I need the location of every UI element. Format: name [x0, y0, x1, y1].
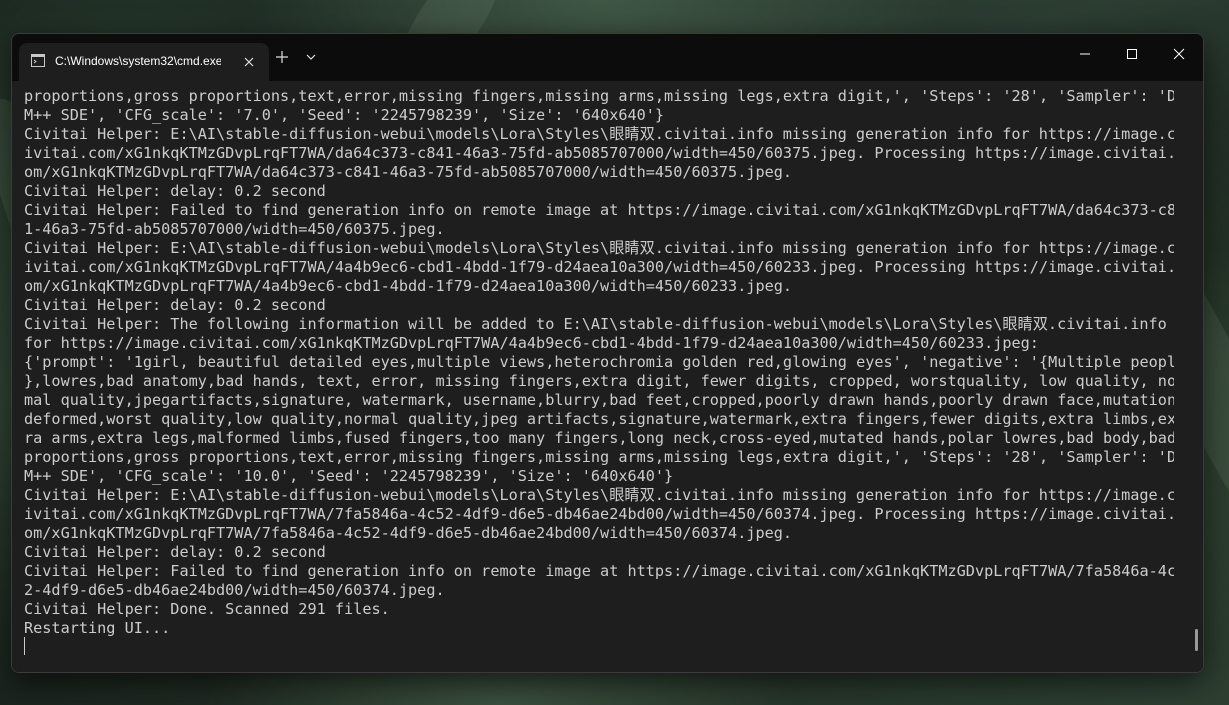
maximize-button[interactable] — [1109, 34, 1155, 74]
console-line: Civitai Helper: delay: 0.2 second — [24, 296, 326, 314]
terminal-icon — [31, 54, 45, 67]
console-line: Civitai Helper: The following informatio… — [24, 315, 1167, 333]
console-line: Civitai Helper: E:\AI\stable-diffusion-w… — [24, 125, 1174, 143]
terminal-window: C:\Windows\system32\cmd.exe proportions,… — [11, 33, 1204, 673]
chevron-down-icon[interactable] — [304, 50, 318, 64]
close-tab-icon[interactable] — [241, 54, 257, 70]
console-line: proportions,gross proportions,text,error… — [24, 87, 1174, 105]
console-line: M++ SDE', 'CFG_scale': '7.0', 'Seed': '2… — [24, 106, 665, 124]
console-line: ivitai.com/xG1nkqKTMzGDvpLrqFT7WA/4a4b9e… — [24, 258, 1174, 276]
console-output: proportions,gross proportions,text,error… — [24, 87, 1174, 638]
scrollbar-thumb[interactable] — [1195, 629, 1198, 651]
console-area[interactable]: proportions,gross proportions,text,error… — [12, 81, 1203, 672]
console-line: ivitai.com/xG1nkqKTMzGDvpLrqFT7WA/da64c3… — [24, 144, 1174, 162]
tab-title: C:\Windows\system32\cmd.exe — [55, 54, 221, 68]
console-line: Civitai Helper: delay: 0.2 second — [24, 543, 326, 561]
console-line: Civitai Helper: E:\AI\stable-diffusion-w… — [24, 239, 1174, 257]
console-line: 2-4df9-d6e5-db46ae24bd00/width=450/60374… — [24, 581, 445, 599]
console-line: M++ SDE', 'CFG_scale': '10.0', 'Seed': '… — [24, 467, 674, 485]
console-line: 1-46a3-75fd-ab5085707000/width=450/60375… — [24, 220, 445, 238]
console-line: proportions,gross proportions,text,error… — [24, 448, 1174, 466]
console-line: ra arms,extra legs,malformed limbs,fused… — [24, 429, 1174, 447]
text-cursor — [24, 637, 25, 655]
console-line: Civitai Helper: Failed to find generatio… — [24, 201, 1174, 219]
console-line: Civitai Helper: delay: 0.2 second — [24, 182, 326, 200]
minimize-button[interactable] — [1062, 34, 1108, 74]
console-line: deformed,worst quality,low quality,norma… — [24, 410, 1174, 428]
close-button[interactable] — [1156, 34, 1202, 74]
console-line: Civitai Helper: Failed to find generatio… — [24, 562, 1174, 580]
plus-icon[interactable] — [274, 49, 290, 65]
minimize-icon — [1080, 53, 1090, 55]
console-line: mal quality,jpegartifacts,signature, wat… — [24, 391, 1174, 409]
tab-cmd[interactable]: C:\Windows\system32\cmd.exe — [19, 43, 269, 81]
title-bar: C:\Windows\system32\cmd.exe — [12, 34, 1203, 81]
console-line: },lowres,bad anatomy,bad hands, text, er… — [24, 372, 1174, 390]
maximize-icon — [1127, 49, 1137, 59]
console-line: {'prompt': '1girl, beautiful detailed ey… — [24, 353, 1174, 371]
close-icon — [1173, 48, 1185, 60]
console-line: om/xG1nkqKTMzGDvpLrqFT7WA/da64c373-c841-… — [24, 163, 793, 181]
console-line: Civitai Helper: E:\AI\stable-diffusion-w… — [24, 486, 1174, 504]
console-line: ivitai.com/xG1nkqKTMzGDvpLrqFT7WA/7fa584… — [24, 505, 1174, 523]
console-line: for https://image.civitai.com/xG1nkqKTMz… — [24, 334, 1039, 352]
console-line: om/xG1nkqKTMzGDvpLrqFT7WA/7fa5846a-4c52-… — [24, 524, 793, 542]
console-line: om/xG1nkqKTMzGDvpLrqFT7WA/4a4b9ec6-cbd1-… — [24, 277, 793, 295]
console-line: Civitai Helper: Done. Scanned 291 files. — [24, 600, 390, 618]
console-line: Restarting UI... — [24, 619, 171, 637]
